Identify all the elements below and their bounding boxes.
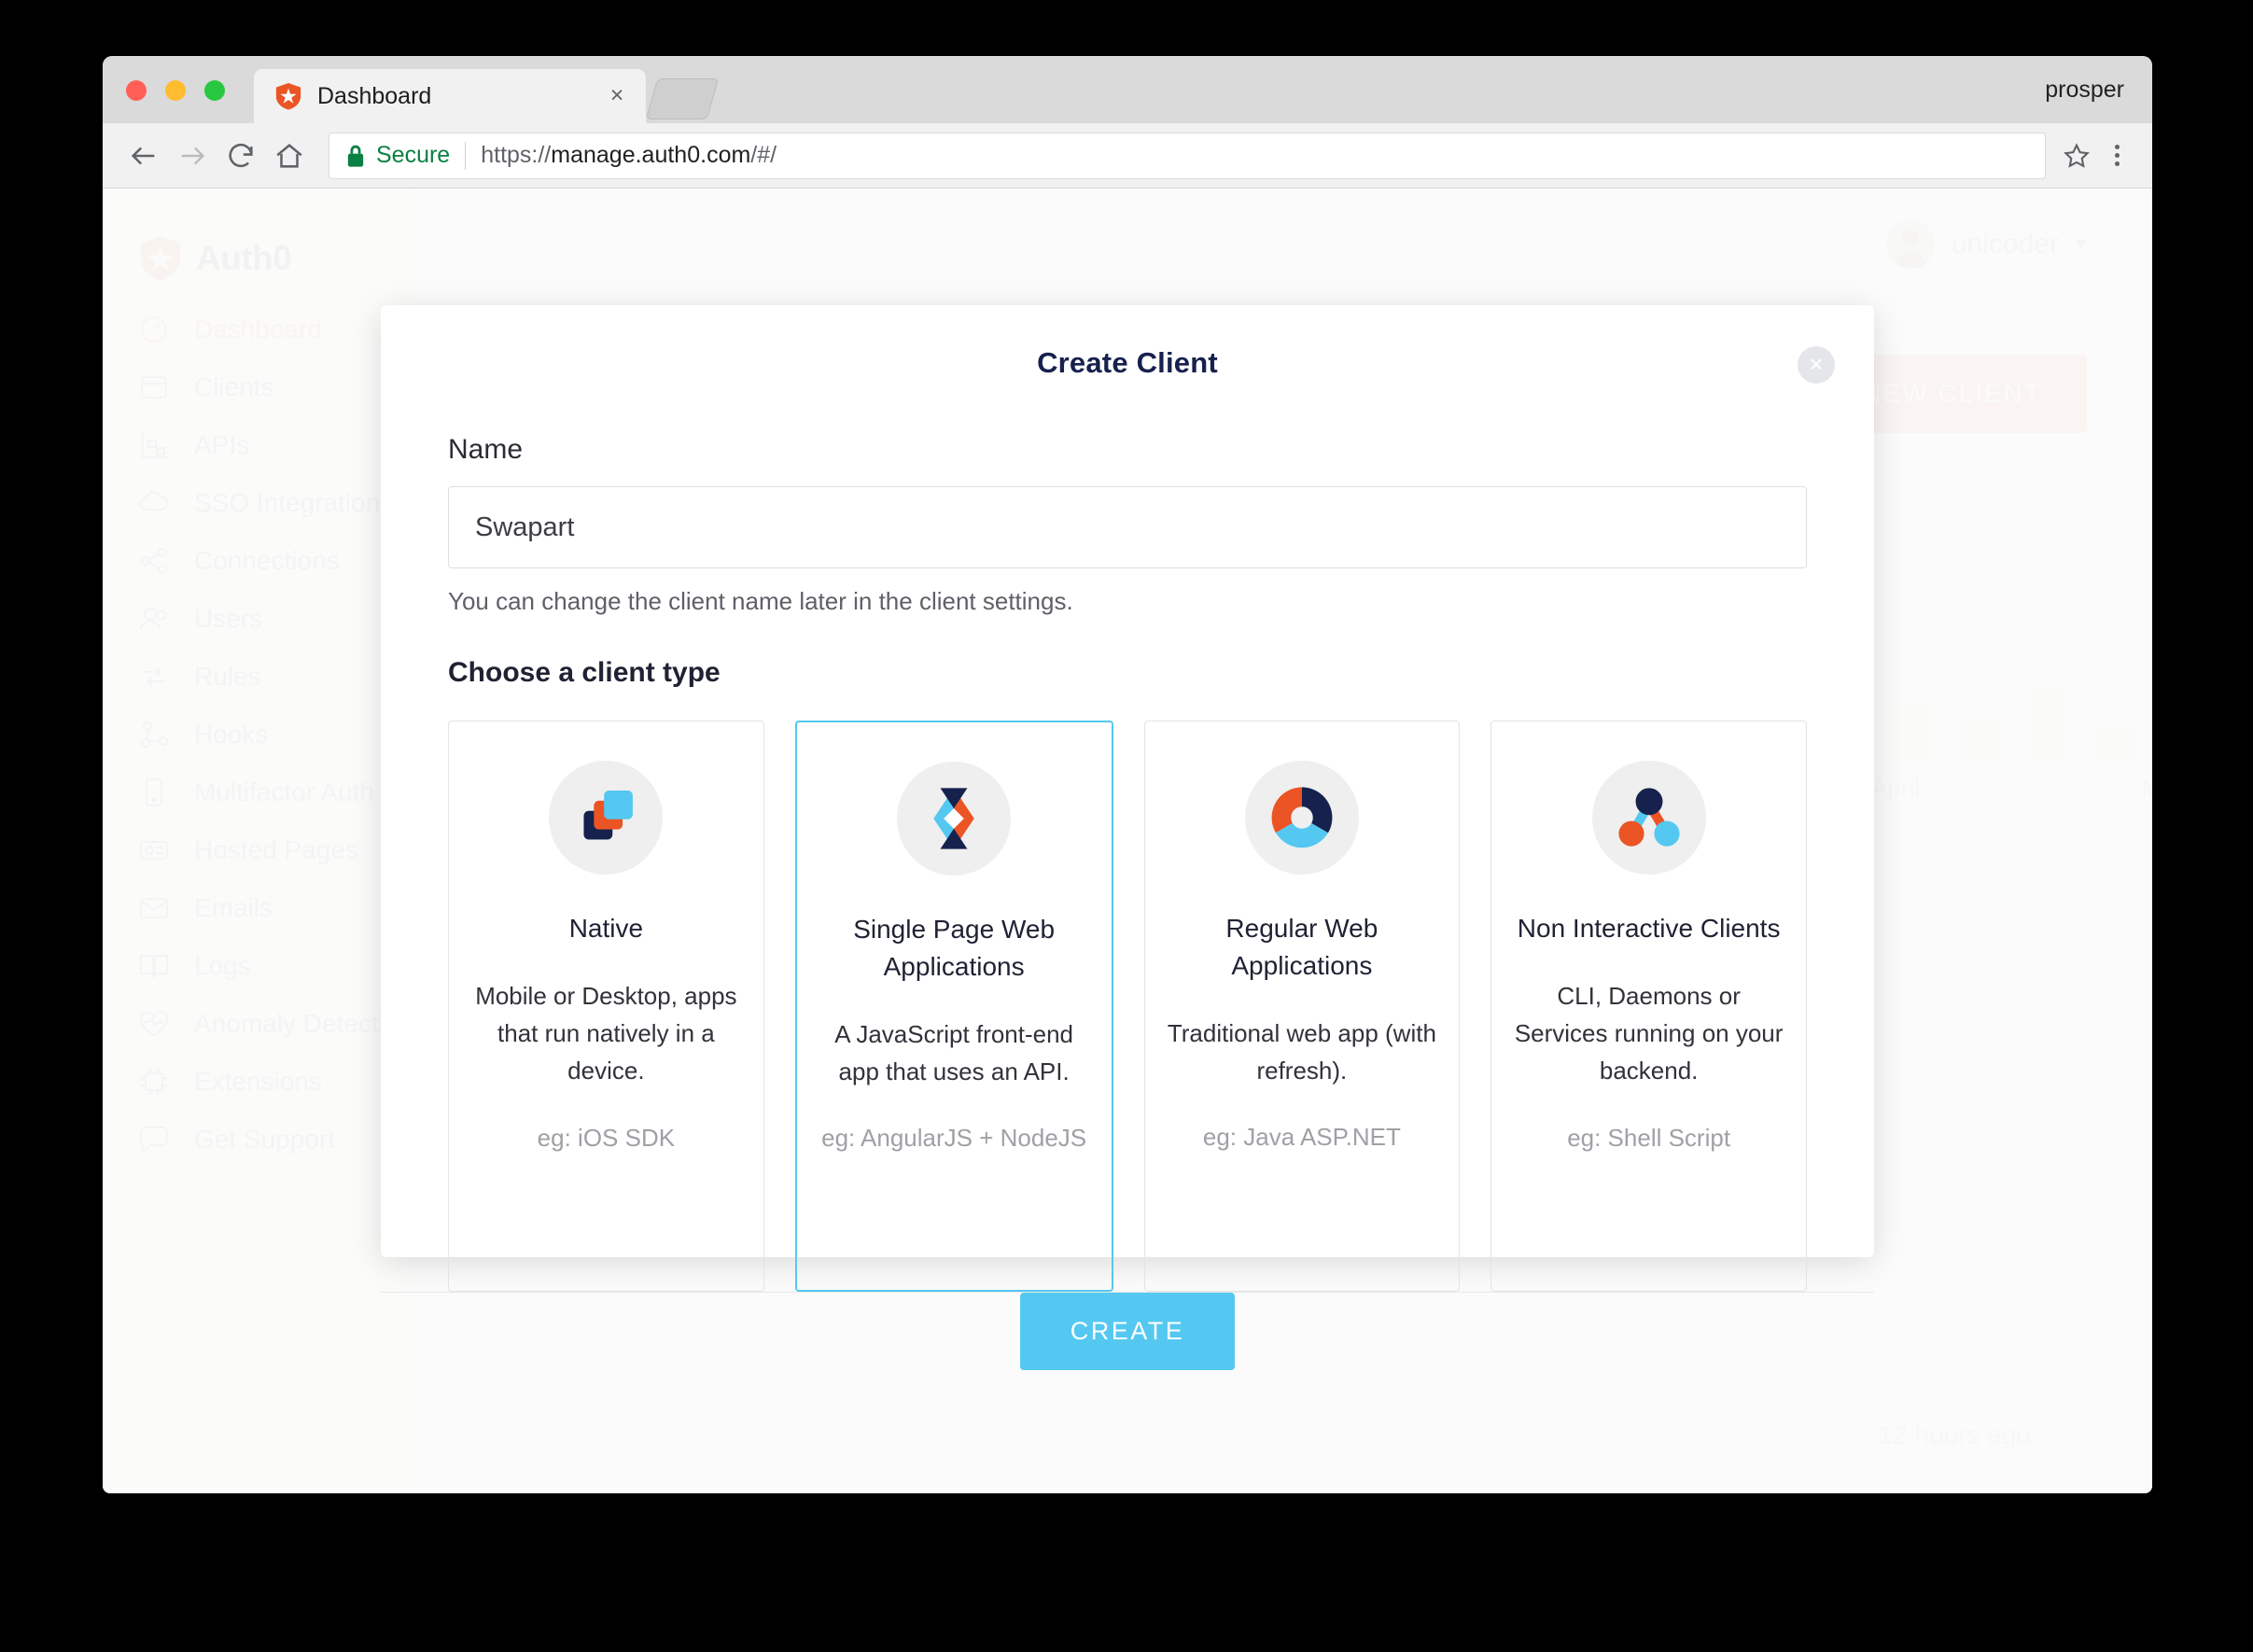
browser-toolbar: Secure https://manage.auth0.com/#/ <box>103 123 2152 189</box>
client-type-label: Choose a client type <box>448 657 721 688</box>
omnibox-divider <box>465 141 467 170</box>
client-type-icon-wrap <box>1591 761 1706 875</box>
client-type-card-single-page-web-applications[interactable]: Single Page Web Applications A JavaScript… <box>794 721 1113 1292</box>
url-host: manage.auth0.com <box>551 142 751 168</box>
modal-body: Create Client × Name You can change the … <box>381 305 1874 1292</box>
client-type-icon-wrap <box>897 762 1012 875</box>
client-type-icon-wrap <box>549 761 664 875</box>
client-type-example: eg: Shell Script <box>1567 1123 1731 1152</box>
lock-icon <box>344 143 367 169</box>
name-help-text: You can change the client name later in … <box>448 587 1073 615</box>
client-type-example: eg: iOS SDK <box>537 1123 676 1152</box>
auth0-shield-icon <box>275 82 301 110</box>
window-traffic-lights <box>126 80 225 101</box>
client-type-example: eg: AngularJS + NodeJS <box>821 1124 1087 1153</box>
maximize-window-button[interactable] <box>204 80 225 101</box>
url-text: https://manage.auth0.com/#/ <box>481 142 777 169</box>
node-graph-icon <box>1618 788 1680 847</box>
client-type-description: Mobile or Desktop, apps that run nativel… <box>475 981 737 1085</box>
client-type-title: Regular Web Applications <box>1225 914 1378 980</box>
donut-pinwheel-icon <box>1271 787 1333 848</box>
client-type-title: Non Interactive Clients <box>1517 914 1781 943</box>
close-icon[interactable]: × <box>605 84 629 108</box>
client-type-card-native[interactable]: Native Mobile or Desktop, apps that run n… <box>448 721 764 1292</box>
browser-tab-dashboard[interactable]: Dashboard × <box>254 69 646 123</box>
bookmark-star-icon[interactable] <box>2055 141 2098 171</box>
address-bar[interactable]: Secure https://manage.auth0.com/#/ <box>329 132 2046 179</box>
client-type-card-regular-web-applications[interactable]: Regular Web Applications Traditional web … <box>1143 721 1461 1292</box>
browser-profile-name[interactable]: prosper <box>2045 77 2124 104</box>
app-page: Auth0 DashboardClientsAPIsSSO Integratio… <box>103 189 2152 1493</box>
tab-title: Dashboard <box>317 82 432 109</box>
browser-menu-icon[interactable] <box>2098 145 2135 166</box>
hexagon-diamond-icon <box>933 788 974 849</box>
close-icon[interactable]: × <box>1798 346 1835 384</box>
client-type-description: Traditional web app (with refresh). <box>1167 1018 1436 1085</box>
browser-window: Dashboard × prosper Secure https://manag… <box>103 56 2152 1493</box>
client-type-card-non-interactive-clients[interactable]: Non Interactive Clients CLI, Daemons or S… <box>1490 721 1807 1292</box>
modal-footer: CREATE <box>381 1292 1874 1370</box>
home-icon[interactable] <box>265 132 314 180</box>
client-type-description: CLI, Daemons or Services running on your… <box>1514 981 1784 1085</box>
reload-icon[interactable] <box>217 132 265 180</box>
new-tab-button[interactable] <box>645 78 720 119</box>
back-icon[interactable] <box>119 132 168 180</box>
client-type-icon-wrap <box>1244 761 1359 875</box>
client-type-cards: Native Mobile or Desktop, apps that run n… <box>448 721 1807 1292</box>
create-client-modal: Create Client × Name You can change the … <box>381 305 1874 1370</box>
close-window-button[interactable] <box>126 80 147 101</box>
client-type-example: eg: Java ASP.NET <box>1202 1123 1401 1152</box>
stacked-squares-icon <box>583 791 634 840</box>
client-type-description: A JavaScript front-end app that uses an … <box>834 1019 1074 1085</box>
url-scheme: https:// <box>481 142 552 168</box>
minimize-window-button[interactable] <box>165 80 186 101</box>
name-label: Name <box>448 434 524 465</box>
client-name-input[interactable] <box>448 486 1807 568</box>
browser-tab-strip: Dashboard × prosper <box>103 56 2152 123</box>
forward-icon[interactable] <box>168 132 217 180</box>
page-title: Create Client <box>1037 346 1218 379</box>
secure-label: Secure <box>376 142 451 168</box>
url-path: /#/ <box>750 142 777 168</box>
client-type-title: Native <box>568 914 644 943</box>
client-type-title: Single Page Web Applications <box>853 915 1056 981</box>
create-button[interactable]: CREATE <box>1019 1293 1236 1370</box>
